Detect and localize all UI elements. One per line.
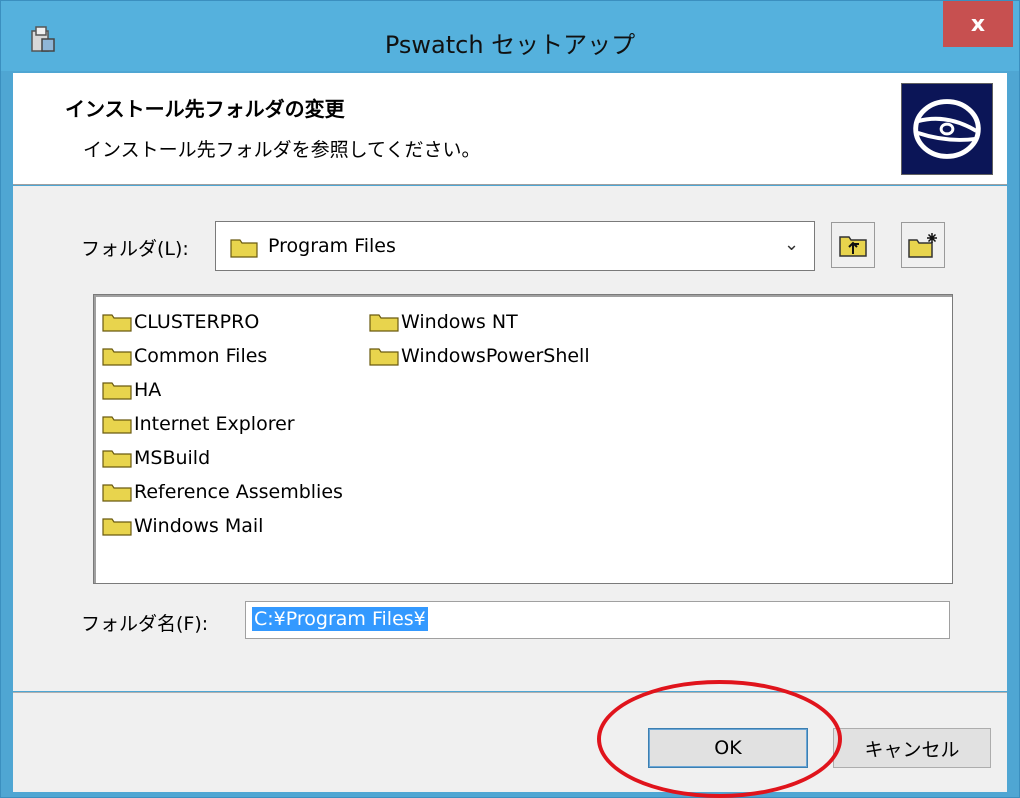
folder-select[interactable]: Program Files ⌄ [215,221,815,271]
list-item[interactable]: Common Files [102,339,343,373]
list-item[interactable]: Internet Explorer [102,407,343,441]
list-item[interactable]: Windows NT [369,305,590,339]
list-item[interactable]: MSBuild [102,441,343,475]
dialog-body: フォルダ(L): Program Files ⌄ CLUSTERPRO Comm [13,186,1007,691]
folder-name-value: C:¥Program Files¥ [252,607,428,631]
folder-icon [102,348,132,366]
setup-window: Pswatch セットアップ x インストール先フォルダの変更 インストール先フ… [0,0,1020,798]
folder-up-button[interactable] [831,222,875,268]
disc-icon [901,83,993,175]
list-item-label: WindowsPowerShell [401,345,590,367]
cancel-button[interactable]: キャンセル [833,728,991,768]
list-item-label: Internet Explorer [134,413,295,435]
folder-icon [102,484,132,502]
list-item[interactable]: HA [102,373,343,407]
folder-list-column-1: CLUSTERPRO Common Files HA Internet Expl… [102,305,343,543]
folder-list-column-2: Windows NT WindowsPowerShell [369,305,590,373]
folder-icon [369,314,399,332]
page-title: インストール先フォルダの変更 [65,97,345,121]
folder-select-label: フォルダ(L): [81,238,189,260]
folder-icon [102,450,132,468]
list-item-label: Common Files [134,345,268,367]
new-folder-icon [908,233,937,258]
folder-name-label: フォルダ名(F): [81,613,209,635]
folder-icon [230,239,258,258]
list-item-label: MSBuild [134,447,211,469]
new-folder-button[interactable] [901,222,945,268]
button-bar: OK キャンセル [13,692,1007,792]
header-banner: インストール先フォルダの変更 インストール先フォルダを参照してください。 [13,73,1007,185]
chevron-down-icon[interactable]: ⌄ [784,234,799,255]
window-title: Pswatch セットアップ [384,31,636,59]
list-item[interactable]: CLUSTERPRO [102,305,343,339]
ok-button[interactable]: OK [648,728,808,768]
list-item-label: Windows Mail [134,515,264,537]
folder-icon [102,382,132,400]
list-item-label: Reference Assemblies [134,481,343,503]
list-item[interactable]: WindowsPowerShell [369,339,590,373]
list-item[interactable]: Windows Mail [102,509,343,543]
list-item-label: CLUSTERPRO [134,311,260,333]
folder-name-input[interactable]: C:¥Program Files¥ [245,601,950,639]
folder-icon [369,348,399,366]
folder-select-value: Program Files [268,235,396,257]
folder-list[interactable]: CLUSTERPRO Common Files HA Internet Expl… [93,294,953,584]
close-button[interactable]: x [943,1,1013,47]
list-item-label: HA [134,379,162,401]
folder-icon [102,518,132,536]
title-bar[interactable]: Pswatch セットアップ x [1,1,1019,71]
list-item[interactable]: Reference Assemblies [102,475,343,509]
folder-up-icon [839,236,867,257]
folder-icon [102,314,132,332]
folder-icon [102,416,132,434]
list-item-label: Windows NT [401,311,518,333]
page-subtitle: インストール先フォルダを参照してください。 [83,139,481,161]
